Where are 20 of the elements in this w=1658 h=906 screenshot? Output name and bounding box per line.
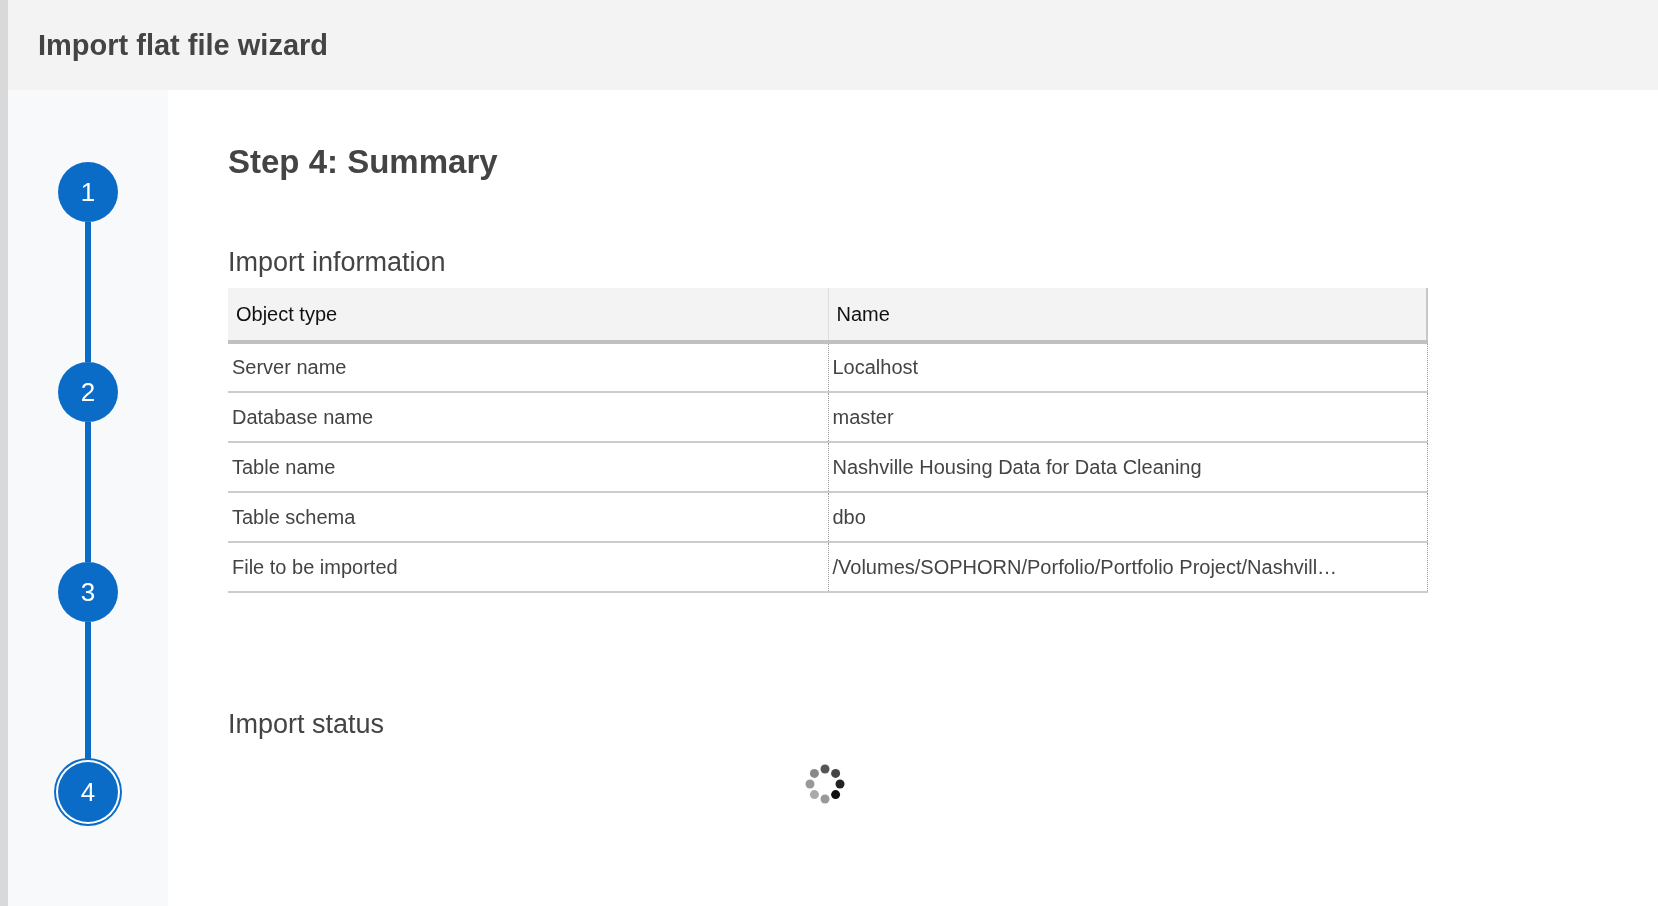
table-cell: Table name [228, 442, 828, 492]
table-cell: Table schema [228, 492, 828, 542]
step-circle[interactable]: 1 [58, 162, 118, 222]
table-cell: Database name [228, 392, 828, 442]
table-cell: dbo [828, 492, 1427, 542]
table-cell: File to be imported [228, 542, 828, 592]
step-circle[interactable]: 2 [58, 362, 118, 422]
step-circle[interactable]: 4 [58, 762, 118, 822]
section-heading: Import information [228, 245, 447, 278]
page-title: Step 4: Summary [228, 142, 499, 182]
step-circle[interactable]: 3 [58, 562, 118, 622]
table-cell: Nashville Housing Data for Data Cleaning [828, 442, 1427, 492]
table-cell: master [828, 392, 1427, 442]
table-cell: /Volumes/SOPHORN/Porfolio/Portfolio Project/Nashvill… [828, 542, 1427, 592]
section-heading: Import status [228, 708, 386, 741]
table-cell: Server name [228, 342, 828, 392]
window-title: Import flat file wizard [38, 27, 329, 63]
table-cell: Localhost [828, 342, 1427, 392]
column-header: Object type [228, 288, 828, 342]
column-header: Name [828, 288, 1427, 342]
